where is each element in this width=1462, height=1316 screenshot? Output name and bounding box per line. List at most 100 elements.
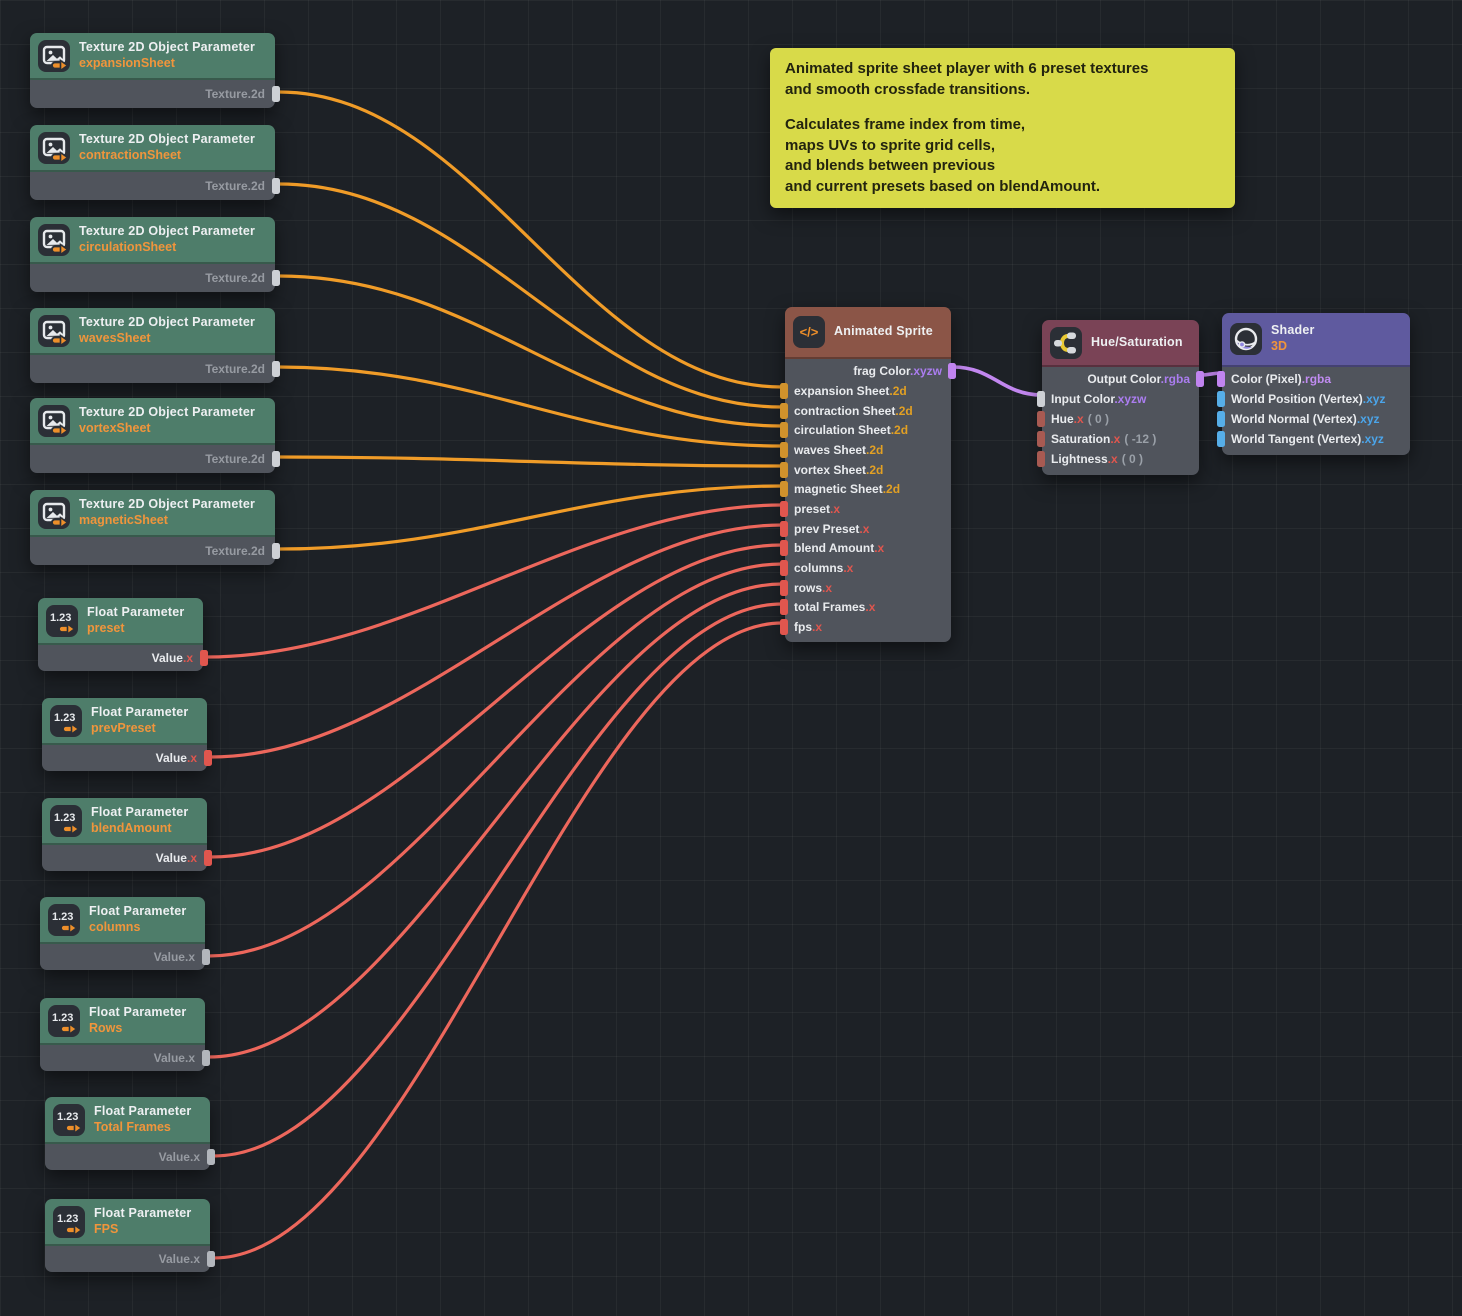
input-suffix: .x	[843, 561, 853, 575]
port-output-color[interactable]	[1196, 371, 1204, 387]
input-label: Lightness	[1051, 452, 1108, 466]
node-title: Float Parameter	[94, 1104, 191, 1120]
node-param-name: contractionSheet	[79, 148, 255, 164]
port-value-output[interactable]	[207, 1149, 215, 1165]
wire-magneticsheet[interactable]	[279, 486, 782, 549]
input-label: Saturation	[1051, 432, 1110, 446]
input-default-value: ( 0 )	[1122, 452, 1143, 466]
port-texture-output[interactable]	[272, 86, 280, 102]
node-param-name: preset	[87, 621, 184, 637]
port-frag-color-output[interactable]	[948, 363, 956, 379]
node-body: Texture.2d	[30, 264, 275, 292]
port-world-normal[interactable]	[1217, 411, 1225, 427]
port-hue[interactable]	[1037, 411, 1045, 427]
output-port-label: Texture	[205, 362, 247, 376]
port-texture-output[interactable]	[272, 543, 280, 559]
node-shader-3d[interactable]: Shader 3D Color (Pixel).rgba World Posit…	[1222, 313, 1410, 455]
port-waves-sheet-input[interactable]	[780, 442, 788, 458]
node-float-fps[interactable]: 1.23 Float Parameter FPS Value.x	[45, 1199, 210, 1272]
port-value-output[interactable]	[207, 1251, 215, 1267]
port-world-tangent[interactable]	[1217, 431, 1225, 447]
node-texture-expansionsheet[interactable]: Texture 2D Object Parameter expansionShe…	[30, 33, 275, 108]
port-circulation-sheet-input[interactable]	[780, 422, 788, 438]
node-header: Texture 2D Object Parameter expansionShe…	[30, 33, 275, 80]
port-value-output[interactable]	[202, 949, 210, 965]
port-color-pixel[interactable]	[1217, 371, 1225, 387]
note-line: and smooth crossfade transitions.	[785, 80, 1220, 101]
wire-vortexsheet[interactable]	[279, 457, 782, 466]
port-saturation[interactable]	[1037, 431, 1045, 447]
port-value-output[interactable]	[200, 650, 208, 666]
node-animated-sprite[interactable]: </> Animated Sprite frag Color.xyzw expa…	[785, 307, 951, 642]
node-texture-vortexsheet[interactable]: Texture 2D Object Parameter vortexSheet …	[30, 398, 275, 473]
hue-saturation-icon	[1050, 327, 1082, 359]
wire-fps[interactable]	[214, 623, 782, 1258]
wire-prevpreset[interactable]	[211, 525, 782, 757]
port-blend-amount-input[interactable]	[780, 540, 788, 556]
wire-circulationsheet[interactable]	[279, 276, 782, 426]
port-value-output[interactable]	[204, 850, 212, 866]
output-port-label: Value	[156, 851, 187, 865]
input-row-magnetic-sheet: magnetic Sheet.2d	[785, 479, 951, 499]
input-label: circulation Sheet	[794, 423, 891, 437]
output-port-label: Value	[156, 751, 187, 765]
port-texture-output[interactable]	[272, 451, 280, 467]
wire-preset[interactable]	[207, 505, 782, 657]
node-float-blendamount[interactable]: 1.23 Float Parameter blendAmount Value.x	[42, 798, 207, 871]
node-texture-circulationsheet[interactable]: Texture 2D Object Parameter circulationS…	[30, 217, 275, 292]
port-expansion-sheet-input[interactable]	[780, 383, 788, 399]
node-title: Float Parameter	[91, 705, 188, 721]
port-columns-input[interactable]	[780, 560, 788, 576]
input-row-world-position: World Position (Vertex).xyz	[1222, 389, 1410, 409]
node-param-name: vortexSheet	[79, 421, 255, 437]
node-float-columns[interactable]: 1.23 Float Parameter columns Value.x	[40, 897, 205, 970]
node-body: Texture.2d	[30, 355, 275, 383]
input-row-contraction-sheet: contraction Sheet.2d	[785, 401, 951, 421]
input-label: total Frames	[794, 600, 865, 614]
wire-rows[interactable]	[209, 584, 782, 1057]
note-line: maps UVs to sprite grid cells,	[785, 136, 1220, 157]
port-rows-input[interactable]	[780, 580, 788, 596]
node-graph-canvas[interactable]: { "note": { "line1": "Animated sprite sh…	[0, 0, 1462, 1316]
wire-expansionsheet[interactable]	[279, 92, 782, 387]
port-total-frames-input[interactable]	[780, 599, 788, 615]
wire-blendamount[interactable]	[211, 545, 782, 857]
port-lightness[interactable]	[1037, 451, 1045, 467]
port-texture-output[interactable]	[272, 270, 280, 286]
node-float-preset[interactable]: 1.23 Float Parameter preset Value.x	[38, 598, 203, 671]
input-label: Color (Pixel)	[1231, 372, 1302, 386]
node-texture-wavessheet[interactable]: Texture 2D Object Parameter wavesSheet T…	[30, 308, 275, 383]
float-number-icon: 1.23	[53, 1206, 85, 1238]
node-body: Texture.2d	[30, 80, 275, 108]
svg-text:1.23: 1.23	[50, 612, 71, 624]
node-texture-contractionsheet[interactable]: Texture 2D Object Parameter contractionS…	[30, 125, 275, 200]
port-contraction-sheet-input[interactable]	[780, 403, 788, 419]
port-value-output[interactable]	[202, 1050, 210, 1066]
input-row-world-normal: World Normal (Vertex).xyz	[1222, 409, 1410, 429]
node-texture-magneticsheet[interactable]: Texture 2D Object Parameter magneticShee…	[30, 490, 275, 565]
wire-columns[interactable]	[209, 564, 782, 956]
port-prev-preset-input[interactable]	[780, 521, 788, 537]
port-vortex-sheet-input[interactable]	[780, 462, 788, 478]
input-row-saturation: Saturation.x( -12 )	[1042, 429, 1199, 449]
wire-fragcolor-to-inputcolor[interactable]	[953, 367, 1042, 395]
wire-wavessheet[interactable]	[279, 367, 782, 446]
node-hue-saturation[interactable]: Hue/Saturation Output Color.rgba Input C…	[1042, 320, 1199, 475]
port-value-output[interactable]	[204, 750, 212, 766]
node-title: Shader	[1271, 323, 1315, 339]
node-title: Float Parameter	[87, 605, 184, 621]
port-preset-input[interactable]	[780, 501, 788, 517]
port-texture-output[interactable]	[272, 178, 280, 194]
port-world-position[interactable]	[1217, 391, 1225, 407]
port-input-color[interactable]	[1037, 391, 1045, 407]
node-float-rows[interactable]: 1.23 Float Parameter Rows Value.x	[40, 998, 205, 1071]
input-label: blend Amount	[794, 541, 874, 555]
node-float-prevpreset[interactable]: 1.23 Float Parameter prevPreset Value.x	[42, 698, 207, 771]
comment-note[interactable]: Animated sprite sheet player with 6 pres…	[770, 48, 1235, 208]
port-magnetic-sheet-input[interactable]	[780, 481, 788, 497]
output-port-suffix: .x	[187, 851, 197, 865]
port-texture-output[interactable]	[272, 361, 280, 377]
wire-totalframes[interactable]	[214, 604, 782, 1156]
node-float-totalframes[interactable]: 1.23 Float Parameter Total Frames Value.…	[45, 1097, 210, 1170]
port-fps-input[interactable]	[780, 619, 788, 635]
